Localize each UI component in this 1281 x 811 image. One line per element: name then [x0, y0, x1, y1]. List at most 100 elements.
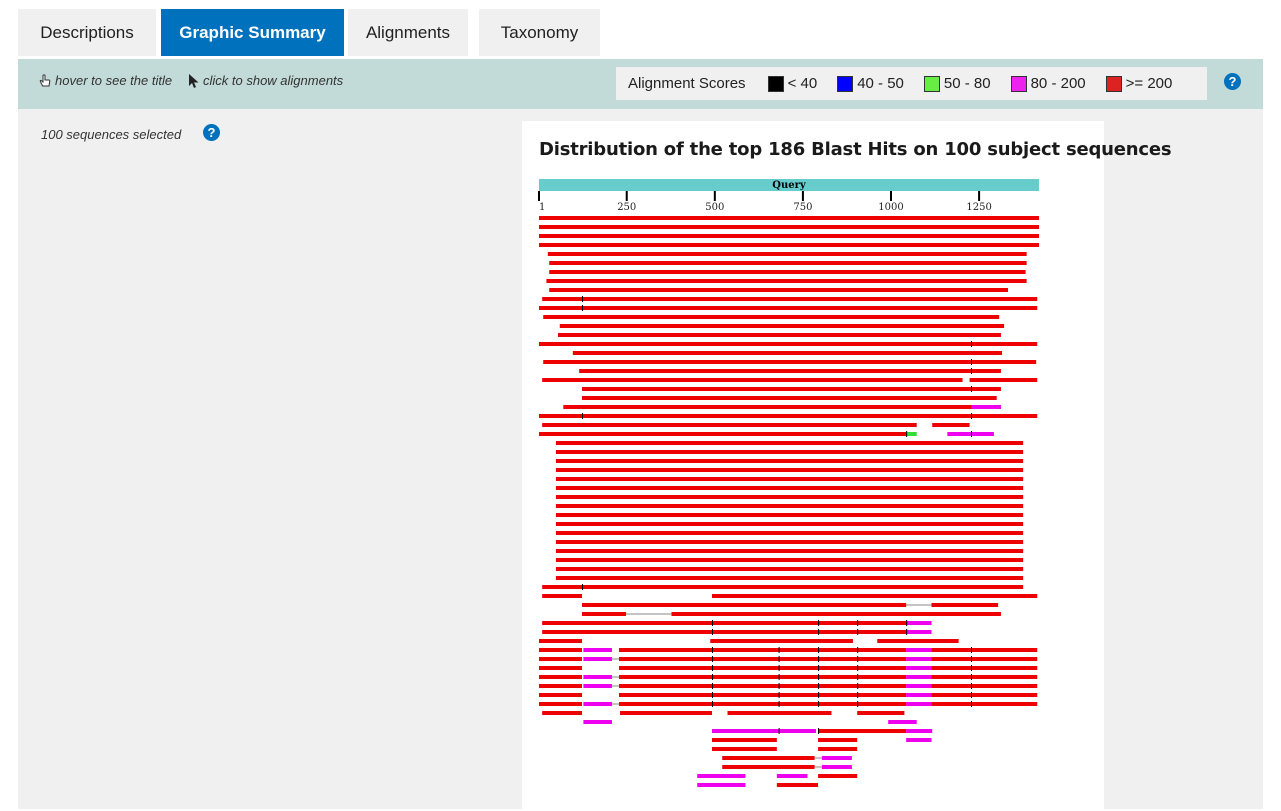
hit-segment[interactable] [555, 459, 1024, 463]
hit-segment[interactable] [555, 486, 1024, 490]
hit-segment[interactable] [727, 711, 832, 715]
hit-segment[interactable] [947, 432, 994, 436]
hit-segment[interactable] [906, 630, 932, 634]
hit-segment[interactable] [542, 630, 907, 634]
score-range-lt40[interactable]: < 40 [767, 75, 817, 92]
hit-segment[interactable] [539, 234, 1039, 238]
score-range-ge200[interactable]: >= 200 [1105, 75, 1172, 92]
hit-segment[interactable] [618, 648, 907, 652]
score-range-40-50[interactable]: 40 - 50 [837, 75, 904, 92]
hit-segment[interactable] [555, 504, 1024, 508]
hit-segment[interactable] [970, 405, 1001, 409]
hit-segment[interactable] [539, 342, 1038, 346]
hit-segment[interactable] [906, 684, 932, 688]
hit-segment[interactable] [555, 540, 1024, 544]
hit-segment[interactable] [906, 702, 932, 706]
hit-segment[interactable] [555, 450, 1024, 454]
hit-segment[interactable] [572, 351, 1003, 355]
hit-segment[interactable] [888, 720, 917, 724]
hit-segment[interactable] [539, 432, 907, 436]
hit-segment[interactable] [818, 738, 858, 742]
hit-segment[interactable] [539, 306, 1038, 310]
hit-segment[interactable] [932, 423, 970, 427]
hit-segment[interactable] [618, 693, 907, 697]
hit-segment[interactable] [539, 702, 582, 706]
hit-segment[interactable] [712, 747, 777, 751]
hit-segment[interactable] [539, 657, 582, 661]
hit-segment[interactable] [539, 675, 582, 679]
hit-segment[interactable] [555, 468, 1024, 472]
hit-segment[interactable] [579, 369, 1001, 373]
hit-segment[interactable] [906, 621, 932, 625]
hit-segment[interactable] [712, 729, 779, 733]
hit-segment[interactable] [583, 657, 612, 661]
tab-alignments[interactable]: Alignments [348, 9, 468, 56]
hit-segment[interactable] [906, 675, 932, 679]
hit-segment[interactable] [539, 243, 1039, 247]
hit-segment[interactable] [906, 666, 932, 670]
hit-segment[interactable] [559, 324, 1005, 328]
selection-help-icon[interactable]: ? [203, 124, 220, 141]
hit-segment[interactable] [583, 648, 612, 652]
hit-segment[interactable] [549, 261, 1027, 265]
hit-segment[interactable] [547, 252, 1027, 256]
hit-segment[interactable] [821, 765, 852, 769]
hit-segment[interactable] [931, 666, 1038, 670]
hit-segment[interactable] [555, 531, 1024, 535]
hit-segment[interactable] [618, 675, 907, 679]
hit-segment[interactable] [857, 711, 905, 715]
hit-segment[interactable] [778, 729, 816, 733]
hit-segment[interactable] [581, 396, 997, 400]
hit-segment[interactable] [555, 441, 1024, 445]
hit-segment[interactable] [697, 783, 746, 787]
hit-segment[interactable] [877, 639, 959, 643]
hit-segment[interactable] [906, 738, 932, 742]
hit-segment[interactable] [818, 774, 858, 778]
hit-segment[interactable] [555, 558, 1024, 562]
hit-segment[interactable] [776, 783, 819, 787]
hit-segment[interactable] [563, 405, 971, 409]
hit-segment[interactable] [542, 378, 963, 382]
hit-segment[interactable] [539, 414, 1038, 418]
tab-taxonomy[interactable]: Taxonomy [479, 9, 600, 56]
hit-segment[interactable] [542, 711, 582, 715]
hit-segment[interactable] [906, 657, 932, 661]
hit-segment[interactable] [581, 612, 627, 616]
tab-graphic-summary[interactable]: Graphic Summary [161, 9, 344, 56]
hit-segment[interactable] [583, 702, 612, 706]
hit-segment[interactable] [618, 702, 907, 706]
hit-segment[interactable] [542, 585, 1024, 589]
hit-segment[interactable] [906, 693, 932, 697]
score-range-50-80[interactable]: 50 - 80 [923, 75, 991, 92]
hit-segment[interactable] [543, 360, 1037, 364]
hit-segment[interactable] [712, 594, 1038, 598]
hit-segment[interactable] [671, 612, 1001, 616]
hit-segment[interactable] [931, 603, 999, 607]
hit-segment[interactable] [555, 495, 1024, 499]
hit-segment[interactable] [583, 720, 612, 724]
hit-segment[interactable] [821, 756, 852, 760]
hit-segment[interactable] [555, 567, 1024, 571]
hit-segment[interactable] [542, 621, 907, 625]
hit-segment[interactable] [539, 216, 1039, 220]
hit-segment[interactable] [931, 675, 1038, 679]
hit-segment[interactable] [583, 675, 612, 679]
hit-segment[interactable] [555, 576, 1024, 580]
hit-segment[interactable] [722, 756, 815, 760]
hit-segment[interactable] [555, 477, 1024, 481]
hit-segment[interactable] [818, 729, 907, 733]
hit-segment[interactable] [539, 666, 582, 670]
hit-segment[interactable] [581, 387, 1001, 391]
hit-segment[interactable] [539, 684, 582, 688]
hit-segment[interactable] [931, 657, 1038, 661]
hit-segment[interactable] [906, 432, 917, 436]
tab-descriptions[interactable]: Descriptions [18, 9, 156, 56]
hit-segment[interactable] [618, 666, 907, 670]
hit-segment[interactable] [539, 648, 582, 652]
hit-segment[interactable] [555, 549, 1024, 553]
hit-segment[interactable] [931, 684, 1038, 688]
hit-segment[interactable] [581, 603, 907, 607]
hit-segment[interactable] [710, 639, 853, 643]
hit-segment[interactable] [618, 657, 907, 661]
hit-segment[interactable] [618, 684, 907, 688]
